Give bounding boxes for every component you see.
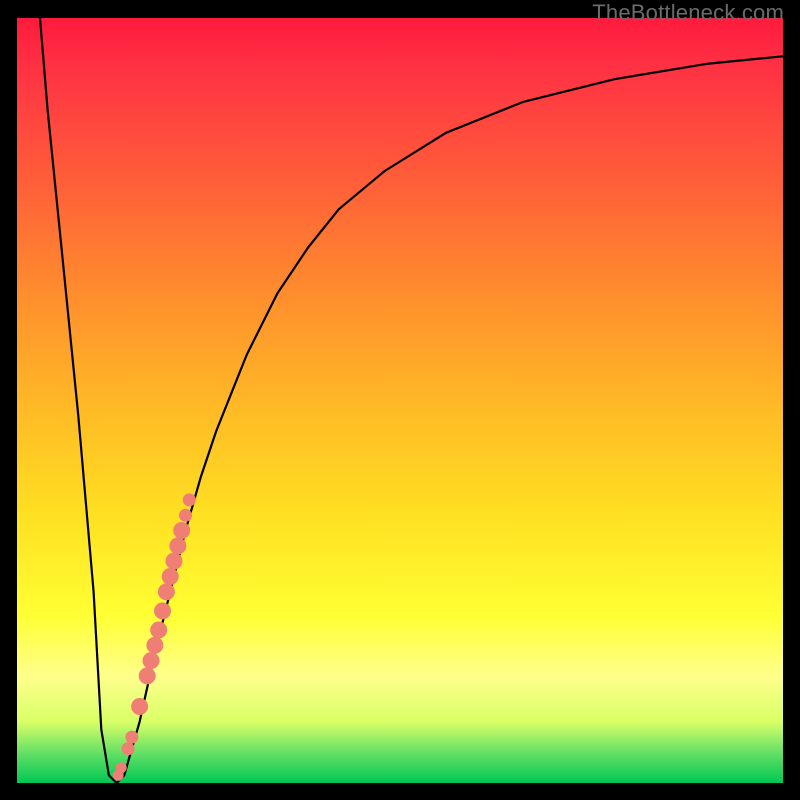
highlight-dot (166, 553, 183, 570)
highlight-dot (139, 667, 156, 684)
highlight-dot (154, 602, 171, 619)
chart-frame: TheBottleneck.com (0, 0, 800, 800)
highlight-dot (131, 698, 148, 715)
highlight-dot (125, 731, 138, 744)
highlight-dot (158, 583, 175, 600)
chart-svg (17, 18, 783, 783)
highlight-dot (183, 493, 196, 506)
highlight-dot (150, 622, 167, 639)
highlight-dot (173, 522, 190, 539)
highlight-dot (179, 509, 192, 522)
highlight-dot (162, 568, 179, 585)
highlight-dots (113, 493, 196, 781)
highlight-dot (143, 652, 160, 669)
highlight-dot (169, 537, 186, 554)
watermark-text: TheBottleneck.com (592, 0, 784, 26)
highlight-dot (122, 742, 135, 755)
highlight-dot (146, 637, 163, 654)
highlight-dot (116, 762, 127, 773)
